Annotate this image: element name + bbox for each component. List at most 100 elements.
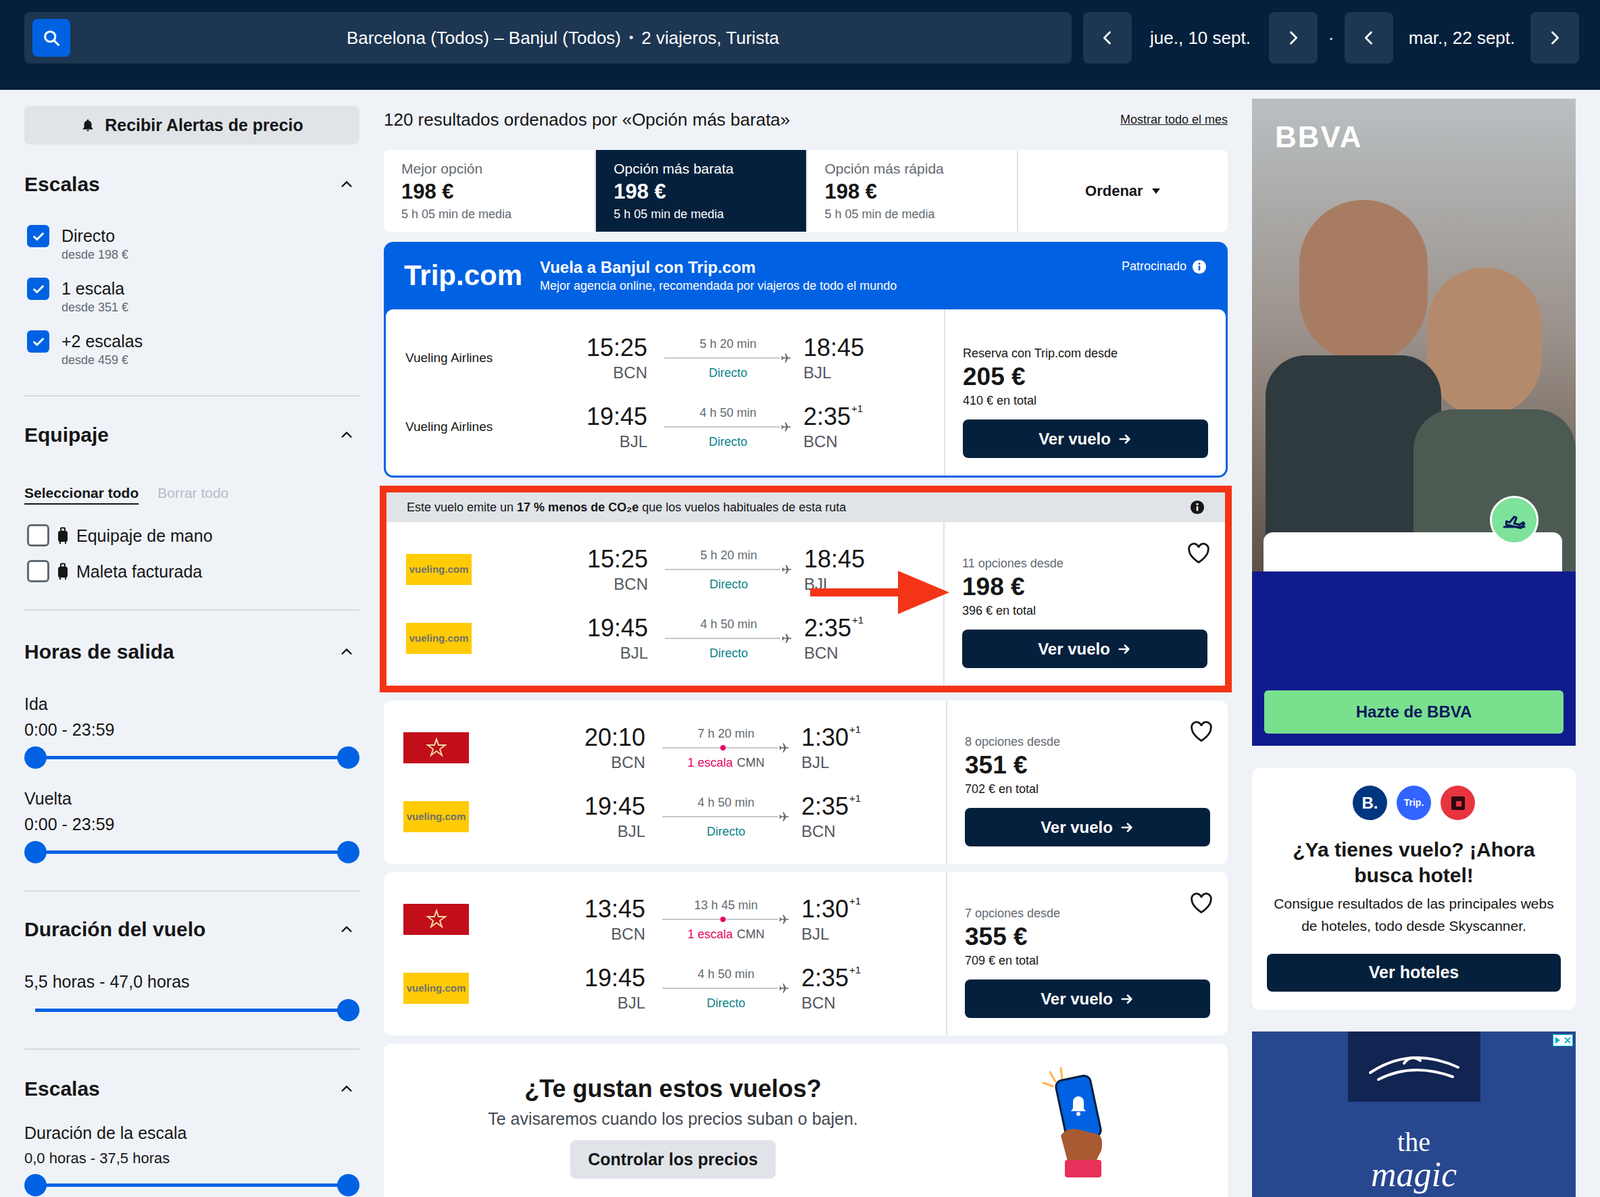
filter-heading[interactable]: Duración del vuelo [24,916,360,944]
checkbox[interactable] [27,225,50,248]
stops-filter: Escalas Directodesde 198 € 1 escaladesde 3… [24,170,360,369]
range-slider[interactable] [24,746,360,769]
checkbox[interactable] [27,560,50,583]
baggage-option[interactable]: Maleta facturada [24,560,360,583]
bbva-ad[interactable]: BBVAHazte de BBVA [1252,98,1576,746]
slider-thumb[interactable] [24,841,47,864]
heart-icon[interactable] [1189,892,1213,915]
slider-fill [35,756,348,760]
vueling-logo: vueling.com [403,972,469,1005]
slider-thumb[interactable] [24,746,47,769]
slider-thumb[interactable] [337,999,360,1022]
search-summary[interactable]: Barcelona (Todos) – Banjul (Todos)•2 via… [24,12,1072,64]
info-icon[interactable] [1189,500,1205,515]
sort-tab[interactable]: Opción más rápida198 €5 h 05 min de medi… [806,150,1017,232]
view-flight-button[interactable]: Ver vuelo [962,419,1209,459]
outbound-date[interactable]: jue., 10 sept. [1131,25,1269,52]
flight-duration: 4 h 50 min [699,404,757,421]
view-flight-button[interactable]: Ver vuelo [962,629,1208,669]
chevron-up-icon[interactable] [339,1081,355,1097]
baggage-option[interactable]: Equipaje de mano [24,524,360,547]
bbva-cta-button[interactable]: Hazte de BBVA [1264,690,1564,734]
price-panel: 11 opciones desde198 €396 € en totalVer … [943,522,1225,686]
sponsored-card[interactable]: Trip.comVuela a Banjul con Trip.comMejor… [383,241,1228,478]
filter-heading[interactable]: Equipaje [24,421,360,449]
highlight-frame: Este vuelo emite un 17 % menos de CO₂e q… [379,485,1232,693]
ad-choices-icon[interactable] [1552,1034,1573,1047]
total-price: 702 € en total [964,780,1211,798]
arrival-airport: BJL [801,752,830,773]
range-slider[interactable] [24,841,360,864]
result: 20:10BCN7 h 20 min1 escalaCMN1:30+1BJLvu… [383,700,1228,865]
plane-icon [777,982,790,995]
next-outbound-date-button[interactable] [1268,12,1318,64]
select-all-link[interactable]: Seleccionar todo [24,483,139,504]
chevron-right-icon [1545,28,1565,48]
track-prices-button[interactable]: Controlar los precios [570,1140,775,1180]
filter-heading[interactable]: Horas de salida [24,638,360,666]
filter-heading[interactable]: Escalas [24,170,360,198]
departure-time: 19:45 [584,791,646,822]
airline-name: Vueling Airlines [405,348,493,369]
day-offset: +1 [849,791,861,806]
flight-leg: Vueling Airlines19:45BJL4 h 50 minDirect… [385,402,944,453]
next-return-date-button[interactable] [1530,12,1580,64]
heart-icon[interactable] [1189,720,1213,743]
result-card[interactable]: 13:45BCN13 h 45 min1 escalaCMN1:30+1BJLv… [383,872,1228,1036]
sort-menu[interactable]: Ordenar [1016,150,1228,232]
show-month-link[interactable]: Mostrar todo el mes [1120,110,1228,130]
previous-return-date-button[interactable] [1344,12,1394,64]
sort-tab[interactable]: Opción más barata198 €5 h 05 min de medi… [594,150,806,232]
slider-thumb[interactable] [337,746,360,769]
search-icon [41,28,61,48]
royal-air-maroc-logo [403,732,469,764]
stop-option[interactable]: Directodesde 198 € [24,225,360,263]
result-card[interactable]: vueling.com15:25BCN5 h 20 minDirecto18:4… [386,522,1225,686]
view-flight-button[interactable]: Ver vuelo [964,808,1211,847]
royal-air-maroc-logo [403,904,469,936]
baggage-icon [57,562,69,581]
checkbox[interactable] [27,277,50,300]
partner-logo-icon [1440,785,1475,821]
stop-option[interactable]: 1 escaladesde 351 € [24,277,360,316]
price-alert-button[interactable]: Recibir Alertas de precio [24,106,360,145]
chevron-up-icon[interactable] [339,922,355,938]
price: 351 € [964,750,1211,781]
filter-heading[interactable]: Escalas [24,1075,360,1103]
divider [24,395,360,397]
chevron-right-icon [1283,28,1303,48]
heart-icon[interactable] [1187,542,1211,565]
arrow-right-icon [1119,991,1135,1007]
search-button[interactable] [32,18,71,57]
chevron-up-icon[interactable] [339,427,355,443]
timeline [662,982,790,995]
results-summary: 120 resultados ordenados por «Opción más… [383,106,790,134]
departure-time: 19:45 [584,963,646,994]
flight-duration: 4 h 50 min [700,616,757,633]
arrival-time: 2:35 [801,963,849,994]
slider-thumb[interactable] [337,1174,360,1197]
duration-slider[interactable] [24,999,360,1022]
view-flight-button[interactable]: Ver vuelo [964,979,1211,1019]
checkbox[interactable] [27,330,50,353]
info-icon[interactable] [1191,259,1207,275]
flight-duration: 7 h 20 min [697,725,755,742]
chevron-up-icon[interactable] [339,177,355,192]
stop-dot [720,916,726,923]
ads-column: BBVAHazte de BBVAB.Trip.¿Ya tienes vuelo… [1252,98,1576,1197]
view-hotels-button[interactable]: Ver hoteles [1266,954,1561,992]
previous-outbound-date-button[interactable] [1083,12,1132,64]
slider-thumb[interactable] [337,841,360,864]
travellers: 2 viajeros, Turista [641,25,780,52]
result-card[interactable]: 20:10BCN7 h 20 min1 escalaCMN1:30+1BJLvu… [383,700,1228,865]
stop-option[interactable]: +2 escalasdesde 459 € [24,330,360,369]
departure-airport: BCN [610,924,646,945]
sort-tab[interactable]: Mejor opción198 €5 h 05 min de media [383,150,595,232]
chevron-up-icon[interactable] [339,644,355,660]
filter-title: Escalas [24,1075,100,1103]
range-slider[interactable] [24,1174,360,1197]
cruise-ad[interactable]: themagic [1252,1031,1576,1197]
checkbox[interactable] [27,524,50,547]
slider-thumb[interactable] [24,1174,47,1197]
return-date[interactable]: mar., 22 sept. [1393,25,1531,52]
